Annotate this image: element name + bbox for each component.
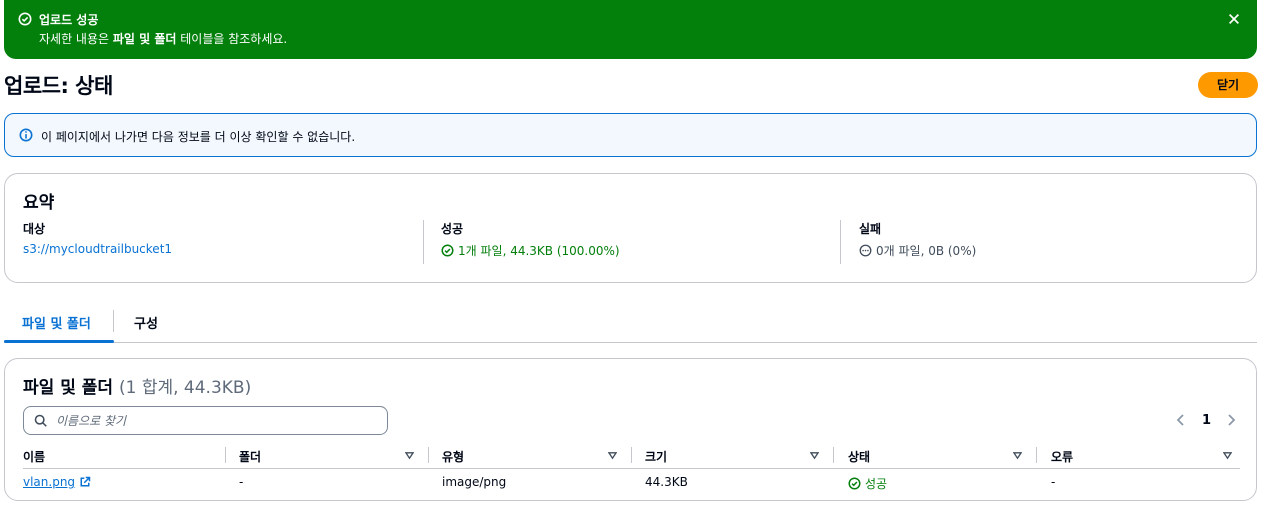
flash-message: 자세한 내용은 파일 및 폴더 테이블을 참조하세요.	[39, 32, 288, 46]
info-text: 이 페이지에서 나가면 다음 정보를 더 이상 확인할 수 없습니다.	[41, 130, 356, 144]
file-error: -	[1051, 475, 1056, 489]
flash-title: 업로드 성공	[39, 13, 99, 27]
column-divider	[428, 447, 429, 463]
close-icon[interactable]	[1227, 12, 1241, 26]
failed-column: 실패 0개 파일, 0B (0%)	[859, 220, 976, 259]
sort-icon[interactable]	[405, 451, 414, 460]
search-input[interactable]	[56, 411, 376, 431]
header-divider	[23, 468, 1240, 469]
column-header-status[interactable]: 상태	[848, 448, 870, 465]
search-field[interactable]	[23, 406, 388, 435]
column-header-name[interactable]: 이름	[23, 448, 45, 465]
destination-label: 대상	[23, 222, 46, 236]
column-header-type[interactable]: 유형	[442, 448, 464, 465]
chevron-right-icon[interactable]	[1225, 412, 1237, 428]
tab-list: 파일 및 폴더 구성	[4, 305, 1257, 343]
check-circle-icon	[441, 244, 454, 257]
column-divider	[631, 447, 632, 463]
success-label: 성공	[441, 222, 464, 236]
success-column: 성공 1개 파일, 44.3KB (100.00%)	[441, 220, 620, 259]
tab-configuration[interactable]: 구성	[134, 313, 158, 332]
active-tab-indicator	[4, 340, 114, 343]
summary-container: 요약 대상 s3://mycloudtrailbucket1 성공 1개 파일,…	[4, 173, 1257, 283]
status-text: 성공	[865, 477, 888, 491]
sort-icon[interactable]	[810, 451, 819, 460]
column-divider	[833, 447, 834, 463]
files-count: (1 합계, 44.3KB)	[118, 378, 252, 398]
tab-files-and-folders[interactable]: 파일 및 폴더	[22, 313, 91, 332]
file-folder: -	[239, 475, 244, 489]
close-button[interactable]: 닫기	[1198, 72, 1258, 98]
search-icon	[34, 414, 47, 427]
chevron-left-icon[interactable]	[1175, 412, 1187, 428]
tab-divider	[113, 310, 114, 332]
check-circle-icon	[848, 477, 861, 490]
info-alert: 이 페이지에서 나가면 다음 정보를 더 이상 확인할 수 없습니다.	[4, 113, 1257, 157]
column-divider	[423, 220, 424, 264]
column-divider	[1036, 447, 1037, 463]
column-header-size[interactable]: 크기	[645, 448, 667, 465]
files-table-container: 파일 및 폴더 (1 합계, 44.3KB) 1 이름 폴더 유형 크기 상태 …	[4, 358, 1257, 501]
column-header-folder[interactable]: 폴더	[239, 448, 261, 465]
success-value: 1개 파일, 44.3KB (100.00%)	[458, 244, 620, 258]
file-size: 44.3KB	[645, 475, 688, 489]
file-type: image/png	[442, 475, 507, 489]
files-title: 파일 및 폴더 (1 합계, 44.3KB)	[23, 378, 252, 398]
success-flash-banner: 업로드 성공 자세한 내용은 파일 및 폴더 테이블을 참조하세요.	[4, 0, 1257, 59]
file-name[interactable]: vlan.png	[23, 475, 75, 489]
column-divider	[225, 447, 226, 463]
page-title: 업로드: 상태	[4, 74, 113, 98]
info-icon	[19, 128, 33, 142]
summary-title: 요약	[23, 193, 55, 213]
failed-value: 0개 파일, 0B (0%)	[876, 244, 977, 258]
external-link-icon	[80, 476, 91, 487]
destination-link[interactable]: s3://mycloudtrailbucket1	[23, 242, 172, 256]
file-name-link[interactable]: vlan.png	[23, 475, 91, 489]
page-number[interactable]: 1	[1202, 413, 1211, 428]
more-circle-icon	[859, 244, 872, 257]
sort-icon[interactable]	[1223, 451, 1232, 460]
destination-column: 대상 s3://mycloudtrailbucket1	[23, 220, 172, 256]
check-circle-icon	[18, 12, 32, 26]
sort-icon[interactable]	[608, 451, 617, 460]
sort-icon[interactable]	[1013, 451, 1022, 460]
file-status: 성공	[848, 475, 887, 492]
column-header-error[interactable]: 오류	[1051, 448, 1073, 465]
failed-label: 실패	[859, 222, 882, 236]
column-divider	[840, 220, 841, 264]
